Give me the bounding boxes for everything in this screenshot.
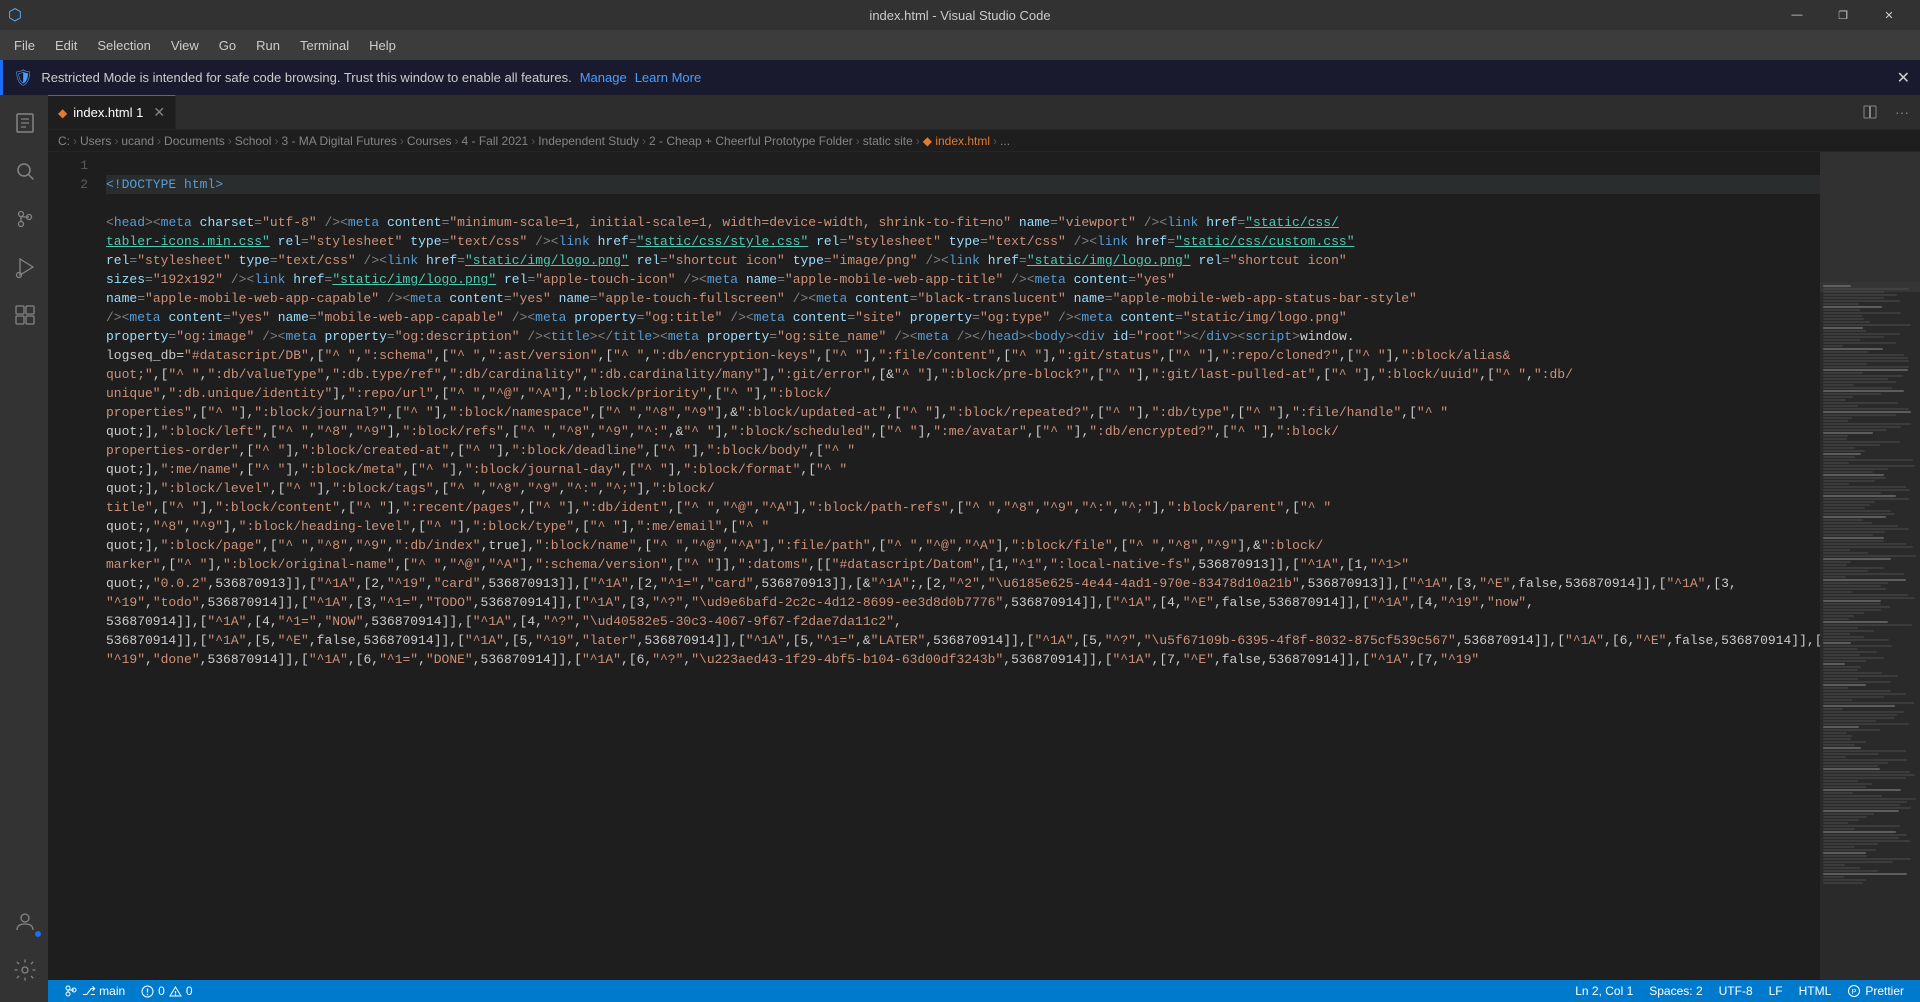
- breadcrumb-3[interactable]: 3 - MA Digital Futures: [281, 134, 396, 148]
- breadcrumb-cheap-cheerful[interactable]: 2 - Cheap + Cheerful Prototype Folder: [649, 134, 853, 148]
- tab-index-html[interactable]: ◆ index.html 1 ✕: [48, 95, 176, 129]
- breadcrumb-index-html[interactable]: ◆ index.html: [923, 134, 990, 148]
- title-bar-left: ⬡: [8, 5, 26, 25]
- code-editor[interactable]: 1 2 <!DOCTYPE html> <head><meta charset=…: [48, 152, 1920, 980]
- breadcrumb: C: › Users › ucand › Documents › School …: [48, 130, 1920, 152]
- main-layout: ◆ index.html 1 ✕ ··· C: › Users › ucand: [0, 95, 1920, 1002]
- status-right: Ln 2, Col 1 Spaces: 2 UTF-8 LF HTML P Pr…: [1567, 980, 1912, 1002]
- status-encoding[interactable]: UTF-8: [1711, 980, 1761, 1002]
- line-numbers: 1 2: [48, 152, 98, 980]
- manage-link[interactable]: Manage: [580, 70, 627, 85]
- status-line-col[interactable]: Ln 2, Col 1: [1567, 980, 1641, 1002]
- close-button[interactable]: ✕: [1866, 0, 1912, 30]
- breadcrumb-c[interactable]: C:: [58, 134, 70, 148]
- status-line-ending[interactable]: LF: [1761, 980, 1791, 1002]
- status-language[interactable]: HTML: [1791, 980, 1840, 1002]
- menu-view[interactable]: View: [161, 30, 209, 60]
- tab-bar-actions: ···: [1856, 95, 1920, 129]
- title-bar-controls: — ❐ ✕: [1774, 0, 1912, 30]
- settings-icon[interactable]: [0, 946, 48, 994]
- title-bar: ⬡ index.html - Visual Studio Code — ❐ ✕: [0, 0, 1920, 30]
- run-debug-icon[interactable]: [0, 243, 48, 291]
- activity-bar-bottom: [0, 898, 48, 1002]
- breadcrumb-ellipsis[interactable]: ...: [1000, 134, 1010, 148]
- more-actions-button[interactable]: ···: [1888, 98, 1916, 126]
- warning-count: 0: [186, 984, 193, 998]
- html-file-icon: ◆: [58, 106, 67, 120]
- menu-selection[interactable]: Selection: [87, 30, 160, 60]
- status-spaces[interactable]: Spaces: 2: [1641, 980, 1710, 1002]
- status-formatter[interactable]: P Prettier: [1839, 980, 1912, 1002]
- branch-name: ⎇ main: [82, 984, 125, 998]
- error-count: 0: [158, 984, 165, 998]
- extensions-icon[interactable]: [0, 291, 48, 339]
- breadcrumb-independent-study[interactable]: Independent Study: [538, 134, 639, 148]
- breadcrumb-documents[interactable]: Documents: [164, 134, 225, 148]
- minimap: (function(){ var container = document.cu…: [1820, 152, 1920, 980]
- menu-help[interactable]: Help: [359, 30, 406, 60]
- minimap-content: (function(){ var container = document.cu…: [1820, 282, 1920, 980]
- tab-bar: ◆ index.html 1 ✕ ···: [48, 95, 1920, 130]
- tab-close-button[interactable]: ✕: [153, 104, 165, 121]
- breadcrumb-ucand[interactable]: ucand: [121, 134, 154, 148]
- activity-bar: [0, 95, 48, 1002]
- menu-terminal[interactable]: Terminal: [290, 30, 359, 60]
- code-content[interactable]: <!DOCTYPE html> <head><meta charset="utf…: [98, 152, 1820, 980]
- learn-more-link[interactable]: Learn More: [635, 70, 701, 85]
- notification-close-button[interactable]: ✕: [1897, 68, 1910, 88]
- notification-bar: 🛡 Restricted Mode is intended for safe c…: [0, 60, 1920, 95]
- notification-message: Restricted Mode is intended for safe cod…: [41, 70, 571, 85]
- svg-text:P: P: [1852, 989, 1857, 996]
- menu-file[interactable]: File: [4, 30, 45, 60]
- breadcrumb-courses[interactable]: Courses: [407, 134, 452, 148]
- minimize-button[interactable]: —: [1774, 0, 1820, 30]
- menu-go[interactable]: Go: [209, 30, 246, 60]
- search-icon[interactable]: [0, 147, 48, 195]
- breadcrumb-fall2021[interactable]: 4 - Fall 2021: [462, 134, 529, 148]
- shield-icon: 🛡: [13, 68, 33, 88]
- status-branch[interactable]: ⎇ main: [56, 980, 133, 1002]
- menu-run[interactable]: Run: [246, 30, 290, 60]
- minimap-slider: [1820, 152, 1920, 292]
- menu-bar: File Edit Selection View Go Run Terminal…: [0, 30, 1920, 60]
- editor-area: ◆ index.html 1 ✕ ··· C: › Users › ucand: [48, 95, 1920, 1002]
- vscode-logo-icon: ⬡: [8, 5, 22, 25]
- account-icon[interactable]: [0, 898, 48, 946]
- maximize-button[interactable]: ❐: [1820, 0, 1866, 30]
- source-control-icon[interactable]: [0, 195, 48, 243]
- menu-edit[interactable]: Edit: [45, 30, 87, 60]
- breadcrumb-users[interactable]: Users: [80, 134, 111, 148]
- breadcrumb-school[interactable]: School: [235, 134, 272, 148]
- split-editor-button[interactable]: [1856, 98, 1884, 126]
- status-errors[interactable]: 0 0: [133, 980, 200, 1002]
- title-bar-title: index.html - Visual Studio Code: [869, 8, 1050, 23]
- status-bar: ⎇ main 0 0 Ln 2, Col 1 Spaces: 2: [48, 980, 1920, 1002]
- tab-label: index.html 1: [73, 105, 143, 120]
- breadcrumb-static-site[interactable]: static site: [863, 134, 913, 148]
- explorer-icon[interactable]: [0, 99, 48, 147]
